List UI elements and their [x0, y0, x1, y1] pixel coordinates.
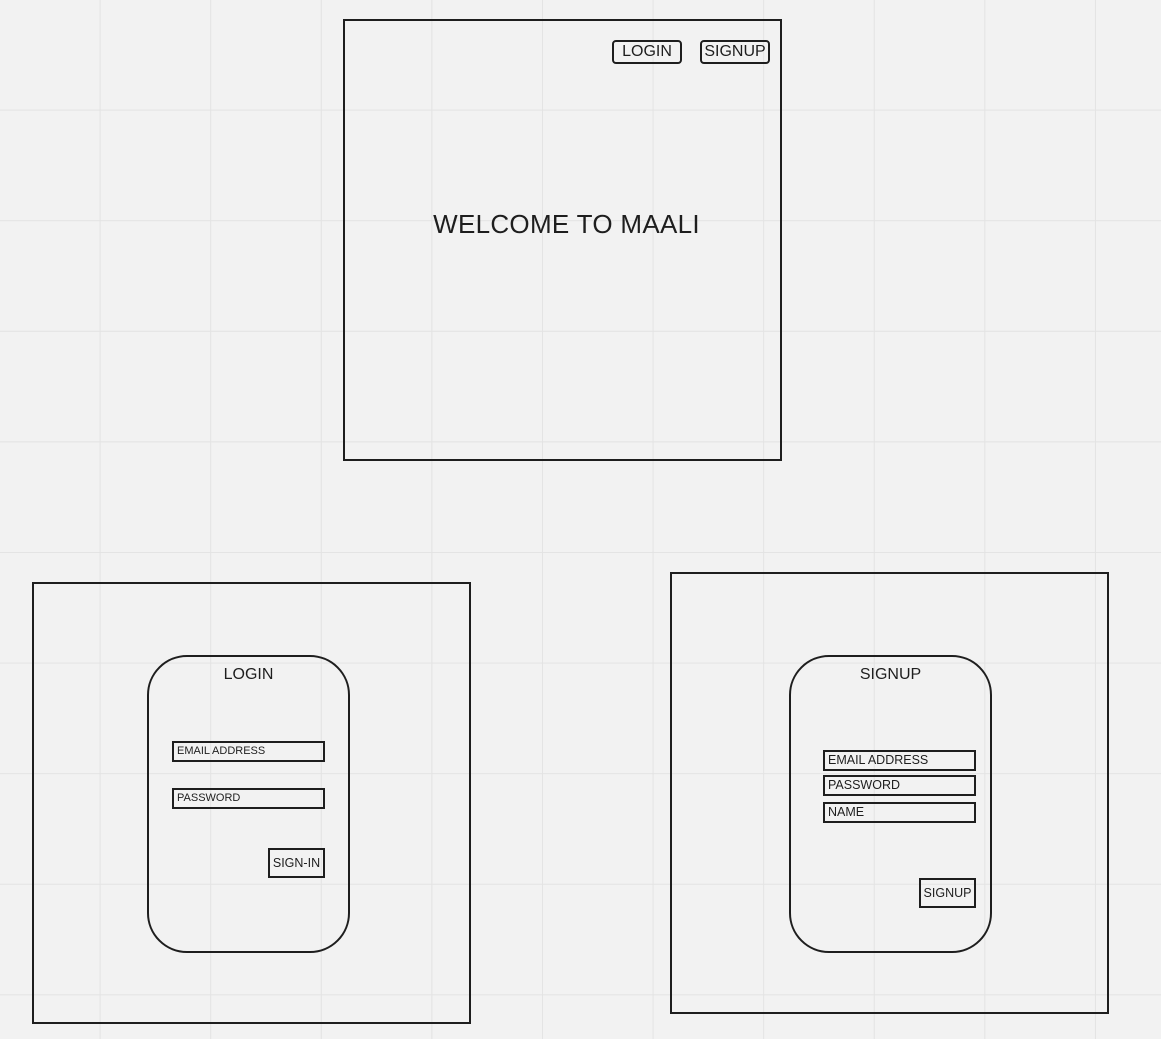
email-field[interactable]: EMAIL ADDRESS: [172, 741, 325, 762]
signup-card: SIGNUP EMAIL ADDRESS PASSWORD NAME SIGNU…: [789, 655, 992, 953]
email-field[interactable]: EMAIL ADDRESS: [823, 750, 976, 771]
signup-page-frame: SIGNUP EMAIL ADDRESS PASSWORD NAME SIGNU…: [670, 572, 1109, 1014]
login-page-frame: LOGIN EMAIL ADDRESS PASSWORD SIGN-IN: [32, 582, 471, 1024]
name-field[interactable]: NAME: [823, 802, 976, 823]
password-field[interactable]: PASSWORD: [823, 775, 976, 796]
sign-in-button[interactable]: SIGN-IN: [268, 848, 325, 878]
password-field[interactable]: PASSWORD: [172, 788, 325, 809]
welcome-heading: WELCOME TO MAALI: [433, 209, 700, 239]
signup-title: SIGNUP: [859, 666, 922, 683]
login-title: LOGIN: [223, 666, 274, 683]
login-button[interactable]: LOGIN: [612, 40, 682, 64]
login-card: LOGIN EMAIL ADDRESS PASSWORD SIGN-IN: [147, 655, 350, 953]
home-page-frame: LOGIN SIGNUP WELCOME TO MAALI: [343, 19, 782, 461]
signup-submit-button[interactable]: SIGNUP: [919, 878, 976, 908]
signup-button[interactable]: SIGNUP: [700, 40, 770, 64]
